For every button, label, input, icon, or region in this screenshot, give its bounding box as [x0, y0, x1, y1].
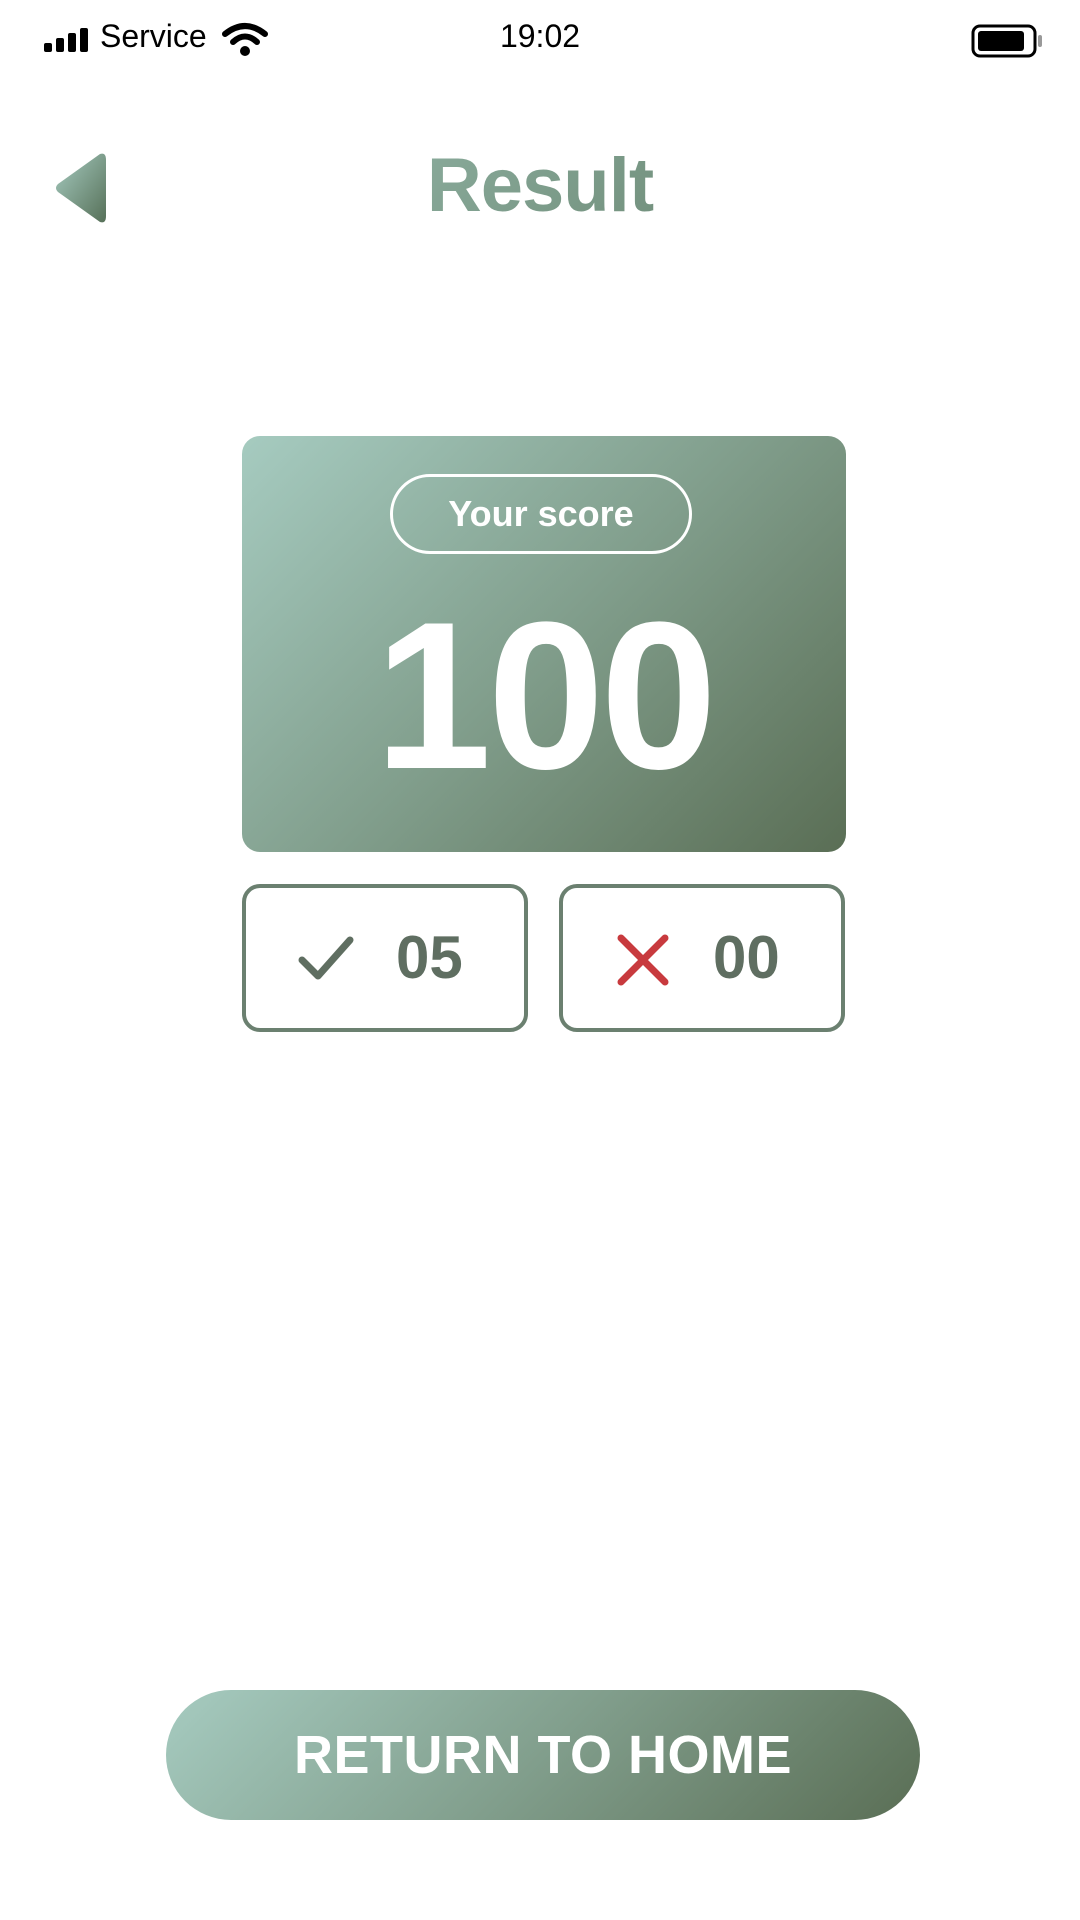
check-icon: [298, 936, 354, 980]
correct-count: 05: [396, 924, 463, 991]
score-label: Your score: [390, 474, 692, 554]
wrong-count: 00: [713, 924, 780, 991]
page-title: Result: [0, 140, 1080, 232]
status-bar: Service 19:02: [0, 0, 1080, 80]
score-card: Your score 100: [242, 436, 846, 852]
wrong-count-box: 00: [559, 884, 845, 1032]
correct-count-box: 05: [242, 884, 528, 1032]
close-icon: [617, 934, 669, 986]
status-time: 19:02: [499, 18, 581, 54]
score-value: 100: [374, 578, 717, 813]
return-home-button[interactable]: RETURN TO HOME: [166, 1690, 920, 1820]
battery-icon: [971, 24, 1042, 58]
